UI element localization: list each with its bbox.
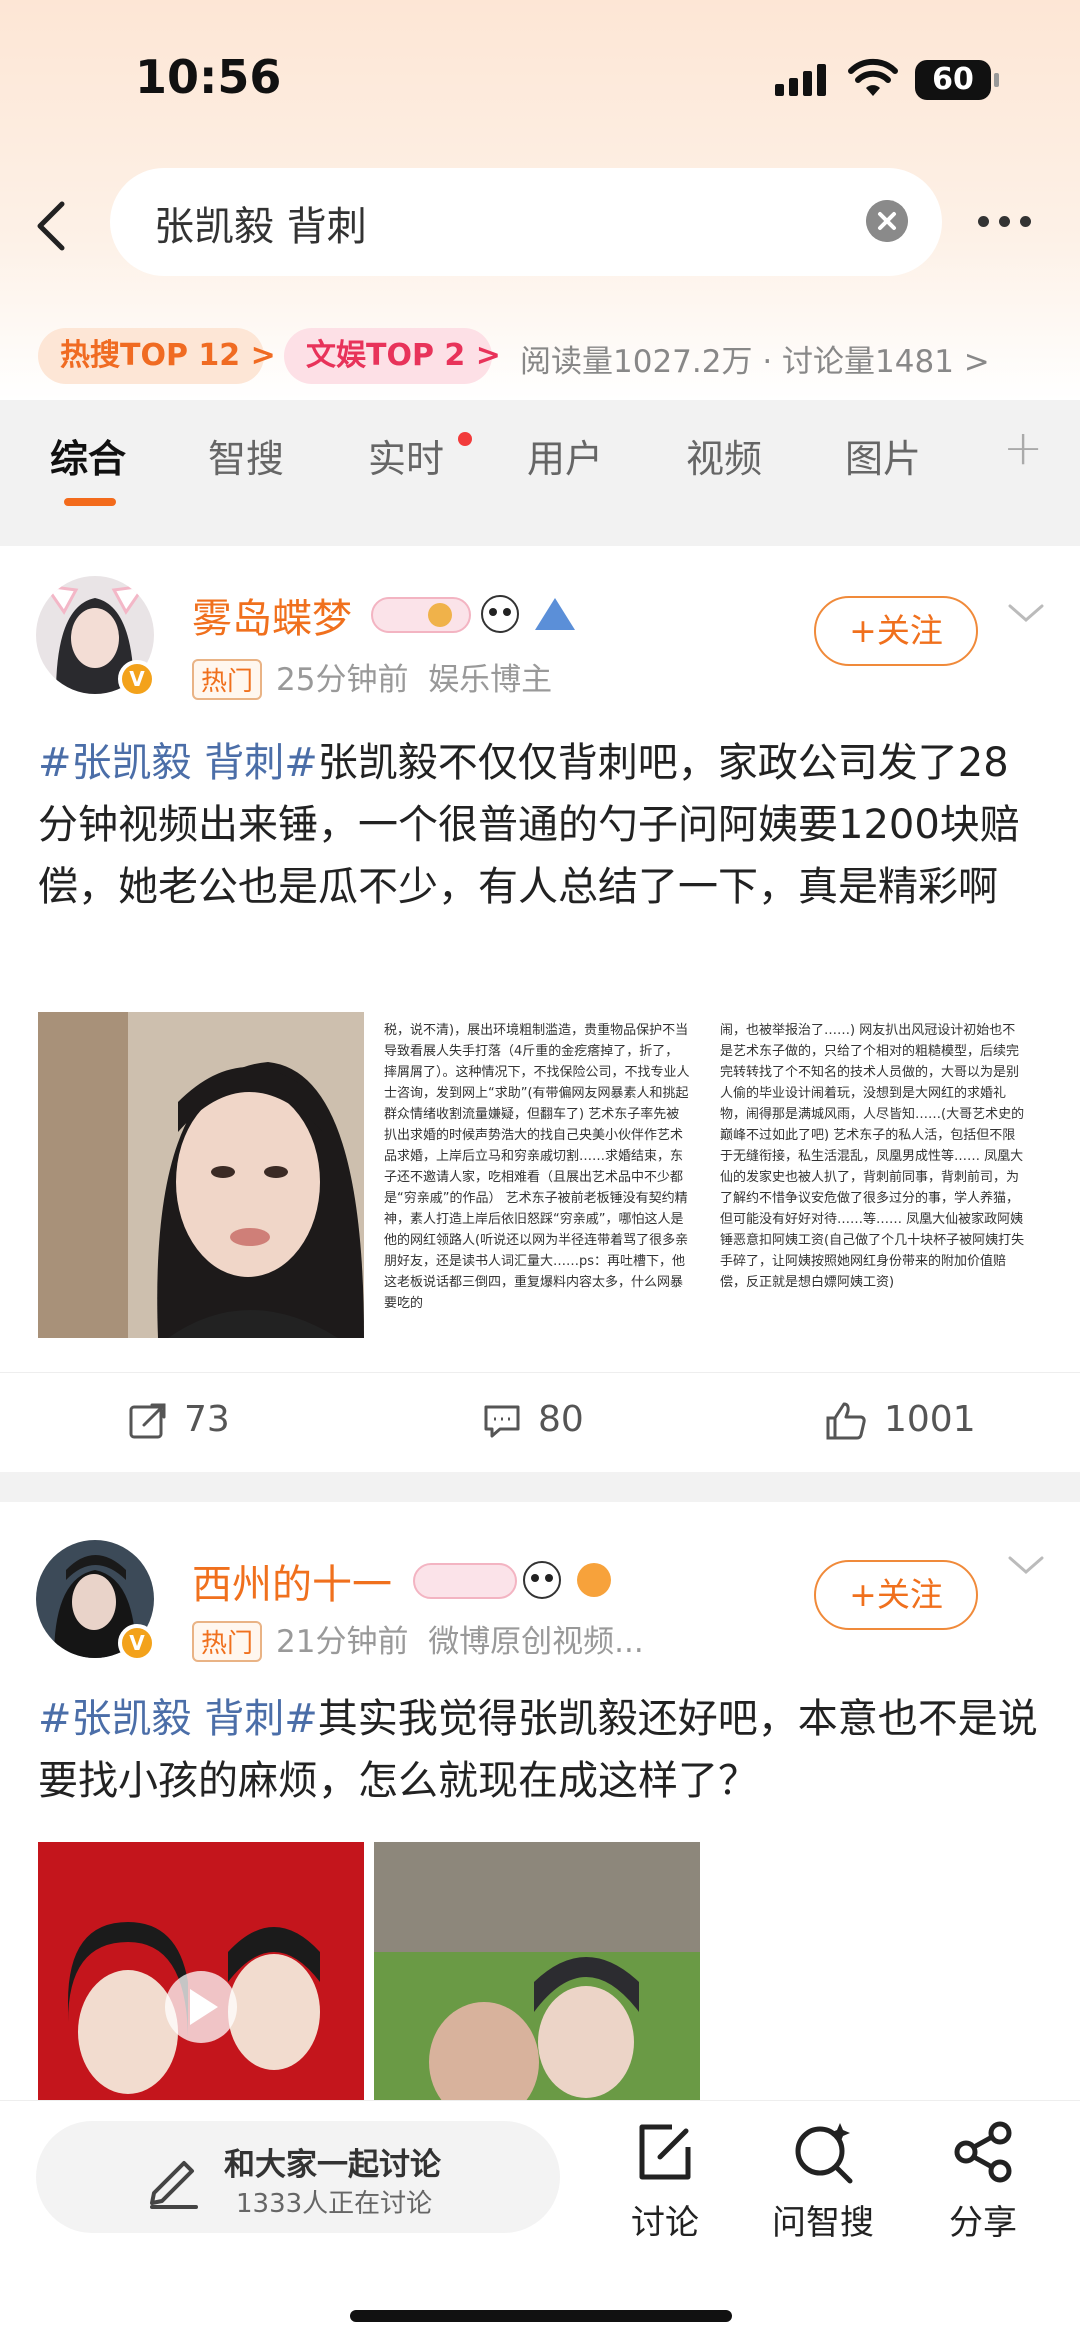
- battery-indicator: 60: [915, 60, 991, 100]
- tab-users[interactable]: 用户: [527, 428, 603, 483]
- topic-link[interactable]: #张凯毅 背刺#: [38, 1696, 318, 1742]
- verified-badge-icon: V: [118, 660, 156, 698]
- share-button[interactable]: 分享: [918, 2119, 1048, 2244]
- ai-search-label: 问智搜: [772, 2203, 874, 2243]
- repost-icon: [129, 1403, 166, 1439]
- back-icon[interactable]: [28, 198, 78, 254]
- post-card[interactable]: V 西州的十一 热门 21分钟前 微博原创视频... +关注 #张凯毅 背刺#其实…: [0, 1502, 1080, 2168]
- comment-icon: [484, 1405, 520, 1438]
- text-image-content: 闹，也被举报治了……) 网友扒出风冠设计初始也不是艺术东子做的，只给了个相对的粗…: [720, 1023, 1025, 1290]
- text-image-content: 税，说不清)，展出环境粗制滥造，贵重物品保护不当导致看展人失手打落（4斤重的金疙…: [384, 1023, 690, 1311]
- chevron-down-icon[interactable]: [1006, 602, 1046, 626]
- post-text[interactable]: #张凯毅 背刺#其实我觉得张凯毅还好吧，本意也不是说要找小孩的麻烦，怎么就现在成…: [38, 1688, 1038, 1812]
- tab-comprehensive[interactable]: 综合: [50, 428, 126, 483]
- like-icon: [826, 1402, 866, 1440]
- follow-button[interactable]: +关注: [814, 596, 978, 666]
- comment-button[interactable]: 80: [482, 1399, 584, 1441]
- post-time: 25分钟前: [276, 662, 409, 698]
- clear-search-icon[interactable]: [866, 200, 908, 242]
- hot-search-rank-badge[interactable]: 热搜TOP 12 >: [38, 328, 276, 384]
- like-button[interactable]: 1001: [824, 1399, 976, 1441]
- hot-tag: 热门: [192, 1621, 263, 1662]
- post-actions: 73 80 1001: [0, 1372, 1080, 1472]
- edit-icon: [639, 2124, 691, 2180]
- post-meta: 热门 21分钟前 微博原创视频...: [192, 1616, 644, 1662]
- user-badges-icon: [413, 1561, 611, 1599]
- tab-videos[interactable]: 视频: [686, 428, 762, 483]
- bottom-action-bar: 和大家一起讨论 1333人正在讨论 讨论 问智搜 分享: [0, 2100, 1080, 2342]
- search-query: 张凯毅 背刺: [154, 204, 367, 250]
- post-text[interactable]: #张凯毅 背刺#张凯毅不仅仅背刺吧，家政公司发了28分钟视频出来锤，一个很普通的…: [38, 732, 1038, 918]
- post-image-photo[interactable]: [38, 1012, 364, 1338]
- discuss-count: 1333人正在讨论: [236, 2189, 433, 2219]
- topic-link[interactable]: #张凯毅 背刺#: [38, 740, 318, 786]
- chevron-down-icon[interactable]: [1006, 1554, 1046, 1578]
- tab-images[interactable]: 图片: [845, 428, 921, 483]
- new-content-dot: [458, 432, 472, 446]
- verified-badge-icon: V: [118, 1624, 156, 1662]
- repost-count: 73: [184, 1399, 230, 1440]
- wifi-icon: [848, 58, 898, 96]
- search-row: 张凯毅 背刺: [0, 168, 1080, 280]
- comment-count: 80: [538, 1399, 584, 1440]
- post-username[interactable]: 雾岛蝶梦: [192, 586, 352, 644]
- share-icon: [954, 2121, 1012, 2183]
- post-time: 21分钟前: [276, 1624, 409, 1660]
- pencil-icon: [150, 2161, 198, 2209]
- topic-stats[interactable]: 阅读量1027.2万 · 讨论量1481 >: [520, 336, 990, 381]
- search-input[interactable]: 张凯毅 背刺: [110, 168, 942, 276]
- user-badges-icon: [371, 595, 575, 633]
- active-tab-indicator: [64, 498, 116, 506]
- post-username[interactable]: 西州的十一: [192, 1552, 392, 1610]
- discuss-together-button[interactable]: 和大家一起讨论 1333人正在讨论: [36, 2121, 560, 2233]
- signal-icon: [775, 64, 826, 96]
- ai-search-icon: [795, 2123, 853, 2184]
- entertainment-rank-badge[interactable]: 文娱TOP 2 >: [284, 328, 501, 384]
- battery-tip: [994, 73, 999, 87]
- status-time: 10:56: [135, 50, 282, 104]
- add-tab-icon[interactable]: +: [1003, 420, 1043, 476]
- tab-realtime[interactable]: 实时: [368, 428, 444, 483]
- status-bar: 10:56 60: [0, 40, 1080, 120]
- hot-tag: 热门: [192, 659, 263, 700]
- hot-rank-row: 热搜TOP 12 > 文娱TOP 2 > 阅读量1027.2万 · 讨论量148…: [0, 328, 1080, 384]
- discuss-title: 和大家一起讨论: [224, 2147, 441, 2183]
- share-label: 分享: [949, 2203, 1017, 2243]
- post-card[interactable]: V 雾岛蝶梦 热门 25分钟前 娱乐博主 +关注 #张凯毅 背刺#张凯毅不仅仅背刺…: [0, 546, 1080, 1472]
- post-source: 娱乐博主: [428, 662, 553, 698]
- post-meta: 热门 25分钟前 娱乐博主: [192, 654, 552, 700]
- post-source: 微博原创视频...: [428, 1624, 644, 1660]
- discuss-label: 讨论: [631, 2203, 699, 2243]
- ai-search-button[interactable]: 问智搜: [758, 2119, 888, 2244]
- more-options-icon[interactable]: [978, 212, 1041, 231]
- like-count: 1001: [884, 1399, 976, 1440]
- tab-ai-search[interactable]: 智搜: [208, 428, 284, 483]
- post-image-text-2[interactable]: 闹，也被举报治了……) 网友扒出风冠设计初始也不是艺术东子做的，只给了个相对的粗…: [710, 1012, 1036, 1338]
- post-image-text-1[interactable]: 税，说不清)，展出环境粗制滥造，贵重物品保护不当导致看展人失手打落（4斤重的金疙…: [374, 1012, 700, 1338]
- search-tabs: 综合 智搜 实时 用户 视频 图片 +: [0, 420, 1080, 520]
- follow-button[interactable]: +关注: [814, 1560, 978, 1630]
- home-indicator[interactable]: [350, 2310, 732, 2322]
- repost-button[interactable]: 73: [128, 1399, 230, 1441]
- discuss-button[interactable]: 讨论: [600, 2119, 730, 2244]
